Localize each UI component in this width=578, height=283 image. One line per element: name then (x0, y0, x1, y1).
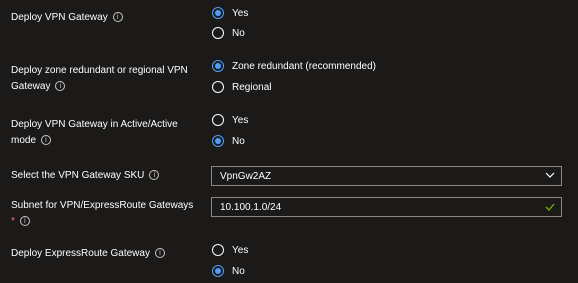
radio-label: Regional (232, 81, 272, 93)
sku-label: Select the VPN Gateway SKU i (11, 168, 160, 184)
expressroute-no-radio[interactable]: No (212, 265, 245, 277)
info-icon[interactable]: i (112, 12, 123, 23)
sku-label-text: Select the VPN Gateway SKU (11, 170, 145, 181)
required-marker: * (11, 216, 15, 227)
active-active-label-line1: Deploy VPN Gateway in Active/Active (11, 119, 178, 130)
zone-redundant-label: Deploy zone redundant or regional VPN Ga… (11, 63, 188, 95)
expressroute-label: Deploy ExpressRoute Gateway i (11, 246, 165, 262)
radio-label: No (232, 27, 245, 39)
checkmark-icon (545, 203, 555, 211)
info-icon[interactable]: i (55, 81, 66, 92)
active-active-label: Deploy VPN Gateway in Active/Active mode… (11, 117, 178, 149)
info-icon[interactable]: i (19, 216, 30, 227)
radio-indicator (212, 114, 224, 126)
subnet-input-value: 10.100.1.0/24 (220, 202, 282, 213)
radio-label: No (232, 135, 245, 147)
radio-label: Yes (232, 7, 249, 19)
radio-selected-indicator (212, 265, 224, 277)
expressroute-yes-radio[interactable]: Yes (212, 244, 248, 256)
info-icon[interactable]: i (154, 248, 165, 259)
subnet-label: Subnet for VPN/ExpressRoute Gateways * i (11, 198, 193, 230)
zone-redundant-label-line1: Deploy zone redundant or regional VPN (11, 65, 188, 76)
zone-redundant-radio[interactable]: Zone redundant (recommended) (212, 60, 376, 72)
radio-label: Zone redundant (recommended) (232, 60, 376, 72)
subnet-input[interactable]: 10.100.1.0/24 (211, 197, 562, 217)
info-icon[interactable]: i (41, 135, 52, 146)
active-active-yes-radio[interactable]: Yes (212, 114, 248, 126)
expressroute-label-text: Deploy ExpressRoute Gateway (11, 248, 150, 259)
sku-dropdown[interactable]: VpnGw2AZ (211, 166, 562, 186)
active-active-label-line2: mode (11, 135, 37, 146)
radio-indicator (212, 244, 224, 256)
radio-selected-indicator (212, 7, 224, 19)
radio-label: Yes (232, 114, 249, 126)
radio-label: Yes (232, 244, 249, 256)
chevron-down-icon (545, 172, 555, 178)
radio-indicator (212, 27, 224, 39)
radio-selected-indicator (212, 135, 224, 147)
active-active-no-radio[interactable]: No (212, 135, 245, 147)
vpn-gateway-yes-radio[interactable]: Yes (212, 7, 248, 19)
vpn-gateway-label-text: Deploy VPN Gateway (11, 12, 108, 23)
vpn-gateway-no-radio[interactable]: No (212, 27, 245, 39)
subnet-label-line1: Subnet for VPN/ExpressRoute Gateways (11, 200, 194, 211)
regional-radio[interactable]: Regional (212, 81, 271, 93)
info-icon[interactable]: i (149, 170, 160, 181)
sku-dropdown-value: VpnGw2AZ (220, 171, 272, 182)
zone-redundant-label-line2: Gateway (11, 81, 51, 92)
radio-label: No (232, 265, 245, 277)
radio-indicator (212, 81, 224, 93)
radio-selected-indicator (212, 60, 224, 72)
vpn-gateway-label: Deploy VPN Gateway i (11, 10, 123, 26)
